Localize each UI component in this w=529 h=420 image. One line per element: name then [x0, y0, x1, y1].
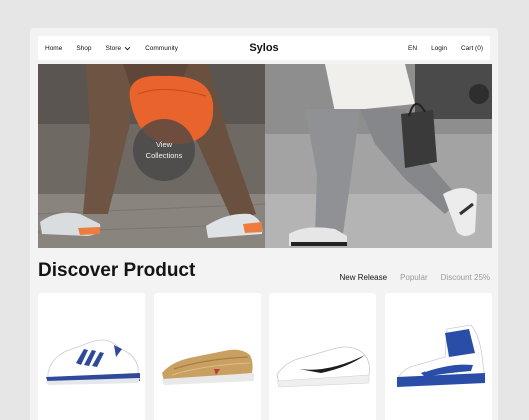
gold-sneaker-icon [161, 349, 254, 385]
hero-image-left: View Collections [38, 64, 265, 248]
view-collections-label-line2: Collections [145, 151, 183, 160]
hero-banner: View Collections [38, 64, 492, 248]
tab-popular[interactable]: Popular [400, 273, 428, 282]
nav-links: Home Shop Store Community [38, 45, 192, 52]
product-card[interactable] [38, 293, 145, 420]
language-selector[interactable]: EN [408, 45, 417, 52]
nav-community-link[interactable]: Community [145, 45, 178, 52]
view-collections-button[interactable]: View Collections [133, 119, 195, 181]
login-link[interactable]: Login [431, 45, 447, 52]
street-fashion-photo-right [265, 64, 492, 248]
nav-store-label: Store [105, 44, 122, 52]
website-frame: Sylos Home Shop Store Community EN Login… [30, 28, 498, 420]
discover-product-heading: Discover Product [38, 260, 196, 281]
nav-actions: EN Login Cart (0) [394, 45, 490, 52]
chevron-down-icon [124, 46, 131, 50]
hero-image-right [265, 64, 492, 248]
white-blue-sneaker-icon [46, 339, 140, 385]
cart-link[interactable]: Cart (0) [461, 45, 483, 52]
nav-home-link[interactable]: Home [45, 45, 62, 52]
view-collections-label-line1: View [155, 140, 173, 149]
nav-store-dropdown[interactable]: Store [106, 45, 132, 52]
nav-shop-link[interactable]: Shop [76, 45, 91, 52]
product-card[interactable] [153, 293, 261, 420]
product-card[interactable] [269, 293, 377, 420]
blue-high-top-sneaker-icon [396, 324, 486, 387]
tab-new-release[interactable]: New Release [339, 273, 387, 282]
top-navigation: Sylos Home Shop Store Community EN Login… [38, 36, 490, 60]
product-filter-tabs: New Release Popular Discount 25% [326, 273, 490, 282]
white-black-sneaker-icon [276, 346, 371, 388]
tab-discount[interactable]: Discount 25% [441, 273, 490, 282]
product-card[interactable] [384, 293, 492, 420]
product-grid [38, 293, 492, 420]
